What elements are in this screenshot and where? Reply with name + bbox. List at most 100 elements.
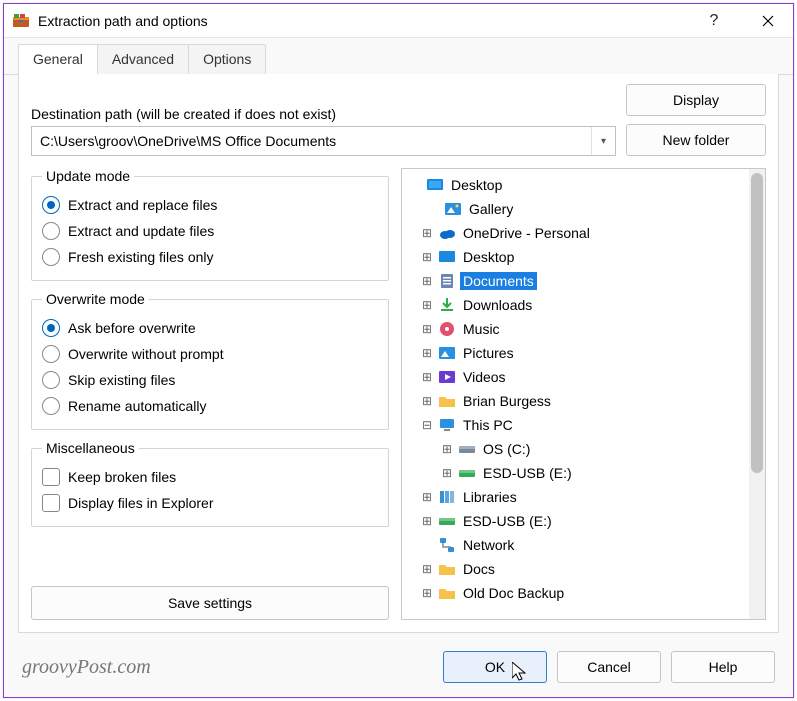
onedrive-icon xyxy=(438,224,456,242)
tree-node-desktop[interactable]: Desktop xyxy=(406,173,749,197)
usb-drive-icon xyxy=(438,512,456,530)
save-settings-button[interactable]: Save settings xyxy=(31,586,389,620)
watermark: groovyPost.com xyxy=(22,656,433,679)
pictures-icon xyxy=(438,344,456,362)
tree-scroll[interactable]: Desktop Gallery OneDrive - Personal xyxy=(402,169,749,619)
documents-icon xyxy=(438,272,456,290)
tree-node-pictures[interactable]: Pictures xyxy=(406,341,749,365)
tab-general[interactable]: General xyxy=(18,44,98,74)
radio-fresh-existing[interactable]: Fresh existing files only xyxy=(42,244,378,270)
scrollbar-thumb[interactable] xyxy=(751,173,763,473)
radio-skip-existing[interactable]: Skip existing files xyxy=(42,367,378,393)
music-icon xyxy=(438,320,456,338)
tab-options[interactable]: Options xyxy=(188,44,266,74)
tree-node-music[interactable]: Music xyxy=(406,317,749,341)
help-titlebar-button[interactable]: ? xyxy=(691,5,737,37)
legend-overwrite: Overwrite mode xyxy=(42,291,149,307)
radio-icon xyxy=(42,345,60,363)
destination-input[interactable] xyxy=(31,126,616,156)
destination-row: Destination path (will be created if doe… xyxy=(31,84,766,156)
expand-icon[interactable] xyxy=(440,466,454,480)
usb-drive-icon xyxy=(458,464,476,482)
cancel-button[interactable]: Cancel xyxy=(557,651,661,683)
expand-icon[interactable] xyxy=(420,562,434,576)
videos-icon xyxy=(438,368,456,386)
radio-extract-replace[interactable]: Extract and replace files xyxy=(42,192,378,218)
tree-scrollbar[interactable] xyxy=(749,169,765,619)
downloads-icon xyxy=(438,296,456,314)
expand-icon[interactable] xyxy=(420,250,434,264)
tree-node-desktop2[interactable]: Desktop xyxy=(406,245,749,269)
tree-node-documents[interactable]: Documents xyxy=(406,269,749,293)
expand-icon[interactable] xyxy=(420,274,434,288)
tree-node-oldbackup[interactable]: Old Doc Backup xyxy=(406,581,749,605)
dialog-footer: groovyPost.com OK Cancel Help xyxy=(4,643,793,697)
expand-icon[interactable] xyxy=(420,490,434,504)
expand-icon[interactable] xyxy=(420,370,434,384)
expand-icon[interactable] xyxy=(420,346,434,360)
panel-general: Destination path (will be created if doe… xyxy=(18,74,779,633)
tree-node-downloads[interactable]: Downloads xyxy=(406,293,749,317)
desktop-icon xyxy=(426,176,444,194)
destination-dropdown[interactable]: ▾ xyxy=(591,127,615,155)
close-button[interactable] xyxy=(745,5,791,37)
radio-icon xyxy=(42,397,60,415)
check-keep-broken[interactable]: Keep broken files xyxy=(42,464,378,490)
tab-bar: General Advanced Options xyxy=(4,38,793,75)
group-misc: Miscellaneous Keep broken files Display … xyxy=(31,440,389,527)
expand-icon[interactable] xyxy=(420,514,434,528)
folder-icon xyxy=(438,392,456,410)
checkbox-icon xyxy=(42,494,60,512)
tree-node-videos[interactable]: Videos xyxy=(406,365,749,389)
dialog-window: Extraction path and options ? General Ad… xyxy=(3,3,794,698)
display-button[interactable]: Display xyxy=(626,84,766,116)
expand-icon[interactable] xyxy=(440,442,454,456)
ok-button[interactable]: OK xyxy=(443,651,547,683)
expand-icon[interactable] xyxy=(420,226,434,240)
radio-overwrite-noprompt[interactable]: Overwrite without prompt xyxy=(42,341,378,367)
tree-node-onedrive[interactable]: OneDrive - Personal xyxy=(406,221,749,245)
gallery-icon xyxy=(444,200,462,218)
dialog-title: Extraction path and options xyxy=(38,13,683,29)
folder-icon xyxy=(438,560,456,578)
tree-node-thispc[interactable]: This PC xyxy=(406,413,749,437)
radio-icon xyxy=(42,371,60,389)
legend-misc: Miscellaneous xyxy=(42,440,139,456)
tree-node-libraries[interactable]: Libraries xyxy=(406,485,749,509)
tree-node-esdusb2[interactable]: ESD-USB (E:) xyxy=(406,509,749,533)
expand-icon[interactable] xyxy=(420,586,434,600)
destination-label: Destination path (will be created if doe… xyxy=(31,106,616,122)
legend-update: Update mode xyxy=(42,168,134,184)
winrar-icon xyxy=(12,12,30,30)
radio-icon xyxy=(42,196,60,214)
tree-node-brian[interactable]: Brian Burgess xyxy=(406,389,749,413)
help-button[interactable]: Help xyxy=(671,651,775,683)
radio-extract-update[interactable]: Extract and update files xyxy=(42,218,378,244)
group-update-mode: Update mode Extract and replace files Ex… xyxy=(31,168,389,281)
radio-rename-auto[interactable]: Rename automatically xyxy=(42,393,378,419)
computer-icon xyxy=(438,416,456,434)
group-overwrite-mode: Overwrite mode Ask before overwrite Over… xyxy=(31,291,389,430)
network-icon xyxy=(438,536,456,554)
expand-icon[interactable] xyxy=(420,394,434,408)
new-folder-button[interactable]: New folder xyxy=(626,124,766,156)
collapse-icon[interactable] xyxy=(420,418,434,432)
radio-icon xyxy=(42,222,60,240)
expand-icon[interactable] xyxy=(420,298,434,312)
tree-node-docs[interactable]: Docs xyxy=(406,557,749,581)
expand-icon[interactable] xyxy=(420,322,434,336)
radio-ask-overwrite[interactable]: Ask before overwrite xyxy=(42,315,378,341)
tab-advanced[interactable]: Advanced xyxy=(97,44,189,74)
libraries-icon xyxy=(438,488,456,506)
checkbox-icon xyxy=(42,468,60,486)
folder-tree: Desktop Gallery OneDrive - Personal xyxy=(401,168,766,620)
folder-icon xyxy=(438,584,456,602)
tree-node-esdusb[interactable]: ESD-USB (E:) xyxy=(406,461,749,485)
drive-icon xyxy=(458,440,476,458)
desktop-icon xyxy=(438,248,456,266)
tree-node-gallery[interactable]: Gallery xyxy=(406,197,749,221)
tree-node-osc[interactable]: OS (C:) xyxy=(406,437,749,461)
tree-node-network[interactable]: Network xyxy=(406,533,749,557)
radio-icon xyxy=(42,248,60,266)
check-display-explorer[interactable]: Display files in Explorer xyxy=(42,490,378,516)
